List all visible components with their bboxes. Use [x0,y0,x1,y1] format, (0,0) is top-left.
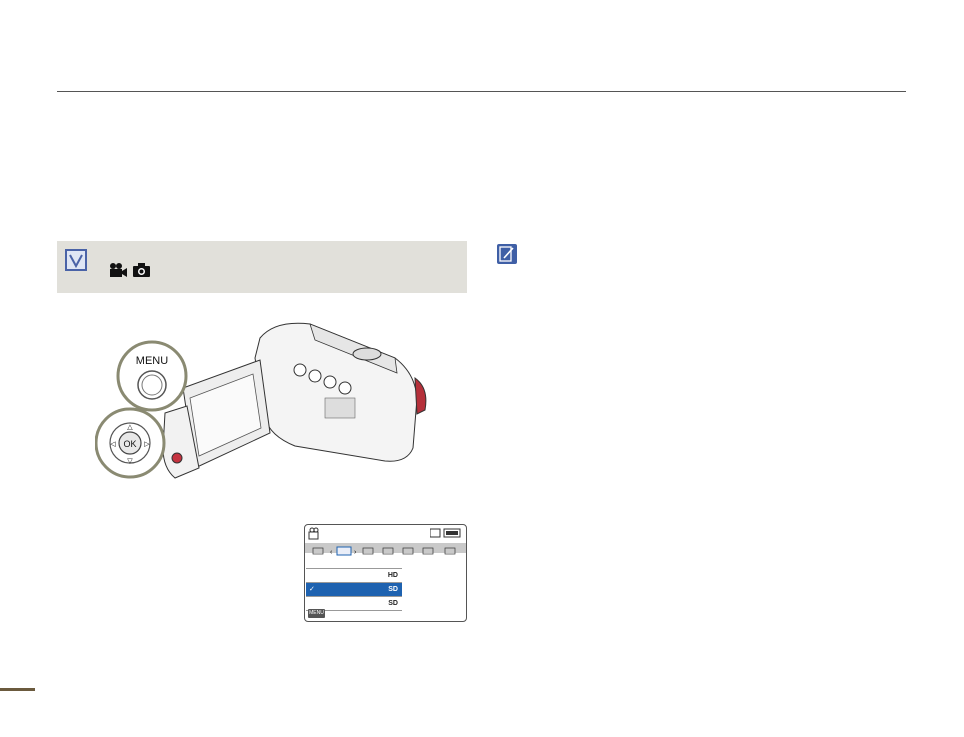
lcd-menu-item[interactable] [306,555,402,569]
lcd-menu-button[interactable]: MENU [308,609,325,618]
note-icon [497,244,517,264]
video-camera-icon [110,263,127,277]
ok-label: OK [123,439,136,449]
check-icon [65,249,87,271]
svg-text:▽: ▽ [127,458,133,465]
header-rule [57,91,906,92]
svg-text:▷: ▷ [144,441,150,448]
camera-icon [133,263,150,277]
lcd-menu-tabs: ‹ › [305,543,466,556]
video-mode-icon [308,527,319,540]
lcd-screen: ‹ › HD ✓ SD SD MENU [304,524,467,622]
svg-text:△: △ [127,424,133,431]
footer-accent-bar [0,688,35,691]
lcd-status-bar [305,525,466,543]
lcd-menu-item[interactable]: HD [306,569,402,583]
lcd-menu-list: HD ✓ SD SD [306,555,402,611]
lcd-menu-item-selected[interactable]: ✓ SD [306,583,402,597]
camcorder-illustration: MENU OK △ ▽ ◁ ▷ [95,322,427,479]
mode-icons [108,262,151,278]
svg-text:◁: ◁ [110,441,116,448]
menu-label: MENU [136,355,168,367]
battery-icon [430,528,461,538]
